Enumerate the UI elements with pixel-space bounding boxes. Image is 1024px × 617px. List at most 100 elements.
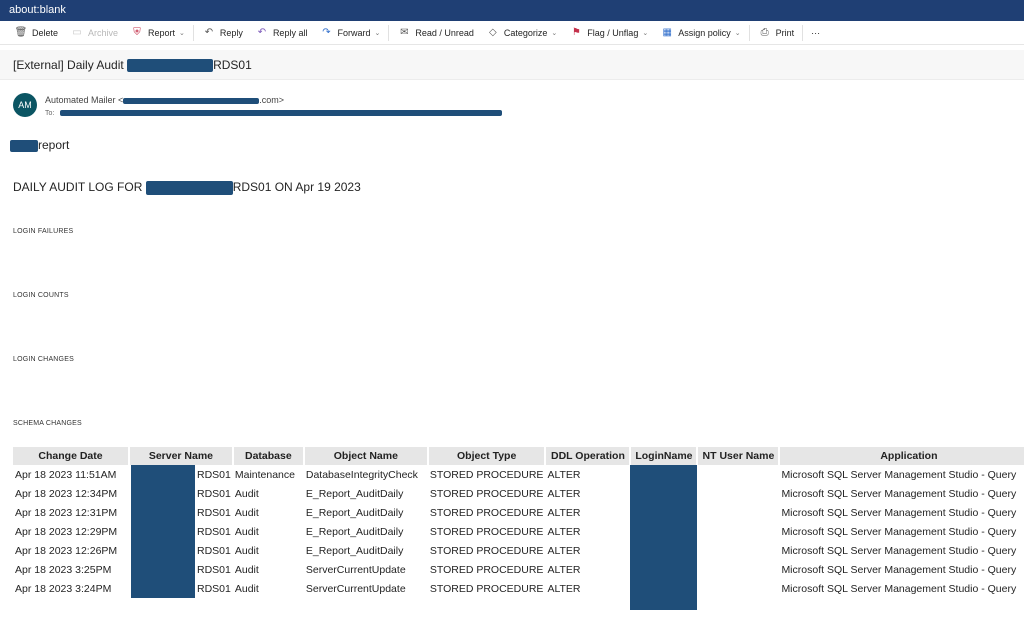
table-cell: Audit [234, 582, 259, 595]
table-cell: RDS01 [129, 465, 233, 598]
delete-label: Delete [32, 27, 59, 38]
sender-email-redaction [123, 97, 260, 104]
table-cell: Apr 18 2023 12:31PM [15, 506, 118, 519]
table-cell [697, 522, 779, 541]
section-login-failures: LOGIN FAILURES [13, 228, 74, 235]
forward-label: Forward [337, 27, 371, 38]
table-cell: Apr 18 2023 3:24PM [15, 582, 112, 595]
more-label: ··· [811, 27, 821, 38]
intro-text: report [38, 138, 70, 152]
read-unread-button[interactable]: ✉ Read / Unread [391, 23, 480, 43]
flag-icon: ⚑ [571, 27, 581, 38]
subject-prefix: [External] Daily Audit [13, 58, 128, 72]
print-label: Print [775, 27, 795, 38]
table-row: Apr 18 2023 3:24PM RDS01 Audit ServerCurren… [13, 579, 1024, 598]
table-cell: RDS01 [129, 484, 233, 503]
reply-all-button[interactable]: ↶ Reply all [249, 23, 314, 43]
toolbar-divider [802, 24, 804, 41]
report-intro: report [10, 138, 69, 152]
audit-heading: DAILY AUDIT LOG FOR RDS01 ON Apr 19 2023 [13, 180, 361, 195]
table-row: Apr 18 2023 12:26PM RDS01 Audit E_Report_Au… [13, 541, 1024, 560]
table-cell: DatabaseIntegrityCheck [305, 468, 418, 481]
table-cell [630, 579, 697, 598]
avatar[interactable]: AM [13, 93, 37, 117]
section-login-changes: LOGIN CHANGES [13, 356, 74, 363]
report-label: Report [148, 27, 176, 38]
table-cell: Microsoft SQL Server Management Studio -… [781, 468, 1017, 481]
column-header: Object Type [427, 447, 547, 465]
forward-button[interactable]: ↷ Forward ⌄ [313, 23, 386, 43]
assign-policy-button[interactable]: ▦ Assign policy ⌄ [654, 23, 746, 43]
more-button[interactable]: ··· [805, 23, 826, 43]
column-header: LoginName [630, 447, 699, 465]
toolbar-divider [388, 24, 390, 41]
categorize-label: Categorize [503, 27, 548, 38]
from-line: Automated Mailer < .com> [45, 95, 284, 105]
printer-icon: ⎙ [760, 27, 769, 38]
table-cell: Microsoft SQL Server Management Studio -… [781, 582, 1017, 595]
table-cell [697, 465, 779, 484]
chevron-down-icon[interactable]: ⌄ [735, 29, 741, 37]
chevron-down-icon[interactable]: ⌄ [551, 29, 557, 37]
to-label: To: [45, 110, 55, 117]
print-button[interactable]: ⎙ Print [752, 23, 801, 43]
server-name-text: RDS01 [197, 506, 231, 519]
table-cell: Microsoft SQL Server Management Studio -… [781, 506, 1017, 519]
table-cell: Apr 18 2023 3:25PM [15, 563, 112, 576]
archive-label: Archive [88, 27, 119, 38]
sender-header: AM Automated Mailer < .com> To: [13, 93, 913, 121]
table-cell [630, 522, 697, 541]
table-cell: RDS01 [129, 503, 233, 522]
window-titlebar: about:blank [0, 0, 1024, 21]
message-subject: [External] Daily Audit RDS01 [13, 58, 252, 73]
chevron-down-icon[interactable]: ⌄ [374, 29, 380, 37]
chevron-down-icon[interactable]: ⌄ [642, 29, 648, 37]
table-cell: Apr 18 2023 12:29PM [15, 525, 118, 538]
table-cell: ALTER [547, 487, 581, 500]
table-row: Apr 18 2023 3:25PM RDS01 Audit ServerCurren… [13, 560, 1024, 579]
archive-button[interactable]: ▭ Archive [64, 23, 124, 43]
table-body: Apr 18 2023 11:51AM RDS01 Maintenance Datab… [13, 465, 1024, 610]
table-cell: RDS01 [129, 522, 233, 541]
table-cell: Microsoft SQL Server Management Studio -… [781, 525, 1017, 538]
heading-redaction [145, 180, 233, 195]
forward-icon: ↷ [322, 27, 331, 38]
sender-name[interactable]: Automated Mailer < [45, 95, 123, 105]
table-cell: E_Report_AuditDaily [305, 506, 404, 519]
table-row: Apr 18 2023 12:31PM RDS01 Audit E_Report_Au… [13, 503, 1024, 522]
toolbar-divider [192, 24, 194, 41]
shield-icon: ⛨ [133, 27, 141, 38]
column-header: Change Date [13, 447, 130, 465]
table-cell [697, 579, 779, 598]
subject-bar: [External] Daily Audit RDS01 [0, 50, 1024, 80]
delete-button[interactable]: 🗑 Delete [8, 23, 64, 43]
flag-button[interactable]: ⚑ Flag / Unflag ⌄ [563, 23, 654, 43]
table-cell [630, 465, 698, 610]
table-row: Apr 18 2023 11:51AM RDS01 Maintenance Datab… [13, 465, 1024, 610]
report-button[interactable]: ⛨ Report ⌄ [124, 23, 191, 43]
column-header: Database [232, 447, 305, 465]
table-cell: Microsoft SQL Server Management Studio -… [781, 544, 1017, 557]
table-cell [630, 503, 697, 522]
table-cell: STORED PROCEDURE [429, 582, 544, 595]
column-header: Server Name [129, 447, 234, 465]
table-cell [630, 560, 697, 579]
table-cell [630, 484, 697, 503]
reply-button[interactable]: ↶ Reply [196, 23, 249, 43]
table-cell: ALTER [547, 468, 581, 481]
reply-all-icon: ↶ [257, 27, 267, 38]
table-cell: STORED PROCEDURE [429, 506, 544, 519]
server-name-text: RDS01 [197, 487, 231, 500]
column-header: Object Name [303, 447, 429, 465]
heading-prefix: DAILY AUDIT LOG FOR [13, 180, 146, 194]
chevron-down-icon[interactable]: ⌄ [179, 29, 185, 37]
table-cell: ALTER [547, 506, 581, 519]
categorize-button[interactable]: ◇ Categorize ⌄ [480, 23, 563, 43]
address-text: about:blank [9, 4, 66, 16]
tag-icon: ◇ [489, 27, 497, 38]
sender-email-suffix: .com> [259, 95, 285, 105]
table-cell: ALTER [547, 544, 581, 557]
table-cell: ALTER [547, 525, 581, 538]
subject-suffix: RDS01 [213, 58, 252, 72]
table-cell [630, 541, 697, 560]
